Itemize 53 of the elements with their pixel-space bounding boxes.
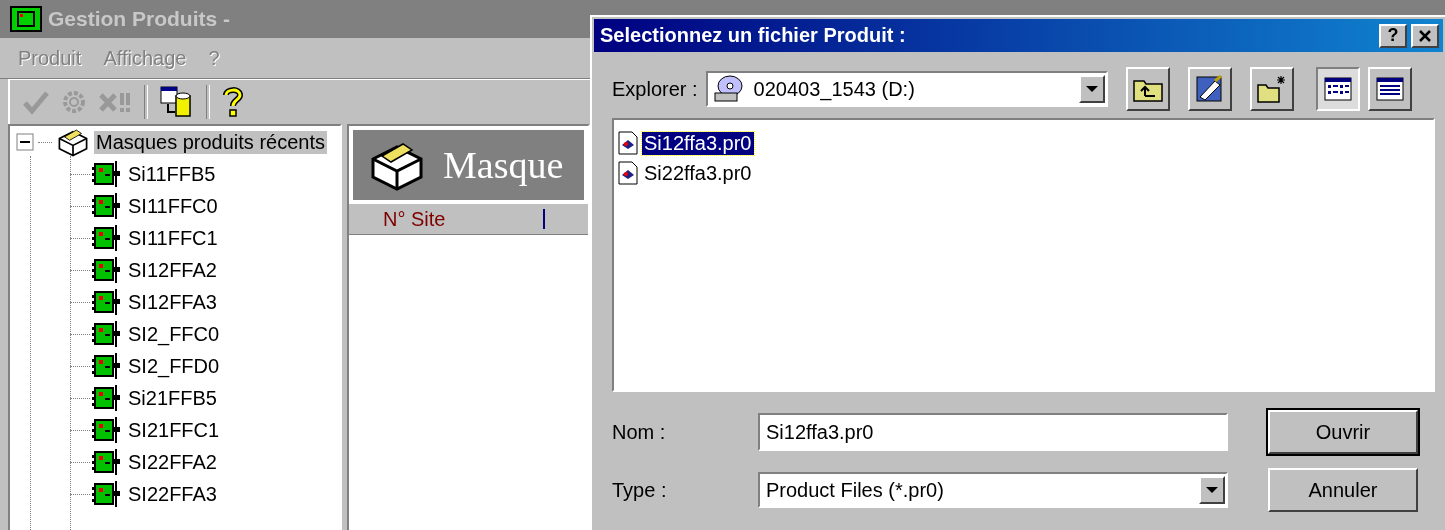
help-icon[interactable] <box>222 86 244 118</box>
chip-icon <box>92 289 120 315</box>
name-label: Nom : <box>612 420 667 444</box>
tree-item[interactable]: SI21FFC1 <box>126 418 222 442</box>
file-item[interactable]: Si12ffa3.pr0 <box>642 131 754 155</box>
close-icon[interactable] <box>1418 29 1432 42</box>
chip-icon <box>92 225 120 251</box>
chip-icon <box>92 385 120 411</box>
tree-item[interactable]: Si21FFB5 <box>126 386 219 410</box>
window-title: Gestion Produits - <box>48 7 230 31</box>
chip-icon <box>92 481 120 507</box>
new-folder-icon <box>1256 75 1287 103</box>
dialog-button[interactable]: Annuler <box>1268 468 1418 512</box>
chip-icon <box>92 321 120 347</box>
help-button[interactable]: ? <box>1379 23 1407 48</box>
file-icon <box>618 131 638 155</box>
tree-item[interactable]: SI22FFA3 <box>126 482 219 506</box>
caret-icon[interactable] <box>1205 486 1219 494</box>
caret-icon[interactable] <box>1084 85 1099 93</box>
panel-title: Masque <box>443 143 564 187</box>
database-icon[interactable] <box>160 86 194 118</box>
tree-item[interactable]: SI22FFA2 <box>126 450 219 474</box>
tree-item[interactable]: SI11FFC1 <box>126 226 220 250</box>
list-view-icon <box>1323 77 1352 101</box>
tree-item[interactable]: SI12FFA2 <box>126 258 219 282</box>
collapse-icon[interactable] <box>16 133 34 151</box>
details-view-icon <box>1375 77 1404 101</box>
tree-item[interactable]: Si11FFB5 <box>126 162 218 186</box>
cd-drive-icon <box>713 75 744 103</box>
tree-item[interactable]: SI2_FFC0 <box>126 322 222 346</box>
chip-icon <box>92 161 120 187</box>
type-dropdown[interactable]: Product Files (*.pr0) <box>758 472 1228 508</box>
chip-icon <box>92 193 120 219</box>
look-in-dropdown[interactable]: 020403_1543 (D:) <box>705 71 1108 107</box>
tree-item[interactable]: SI11FFC0 <box>126 194 220 218</box>
toolbar-button[interactable] <box>1315 67 1360 111</box>
chip-icon <box>92 417 120 443</box>
file-item[interactable]: Si22ffa3.pr0 <box>642 161 754 185</box>
chip-icon <box>92 449 120 475</box>
look-in-label: Explorer : <box>612 77 698 101</box>
pencil-icon <box>1194 75 1225 103</box>
file-icon <box>618 161 638 185</box>
tree-item[interactable]: SI12FFA3 <box>126 290 219 314</box>
type-label: Type : <box>612 478 668 502</box>
tree-item[interactable]: Masques produits récents <box>94 130 327 154</box>
dialog-button[interactable]: Ouvrir <box>1268 410 1418 454</box>
chip-icon <box>92 257 120 283</box>
app-icon <box>10 6 42 32</box>
close-button[interactable] <box>1411 23 1439 48</box>
chip-icon <box>92 353 120 379</box>
tree-item[interactable]: SI2_FFD0 <box>126 354 222 378</box>
dialog-title: Selectionnez un fichier Produit : <box>600 24 907 47</box>
name-field[interactable]: Si12ffa3.pr0 <box>758 413 1228 451</box>
